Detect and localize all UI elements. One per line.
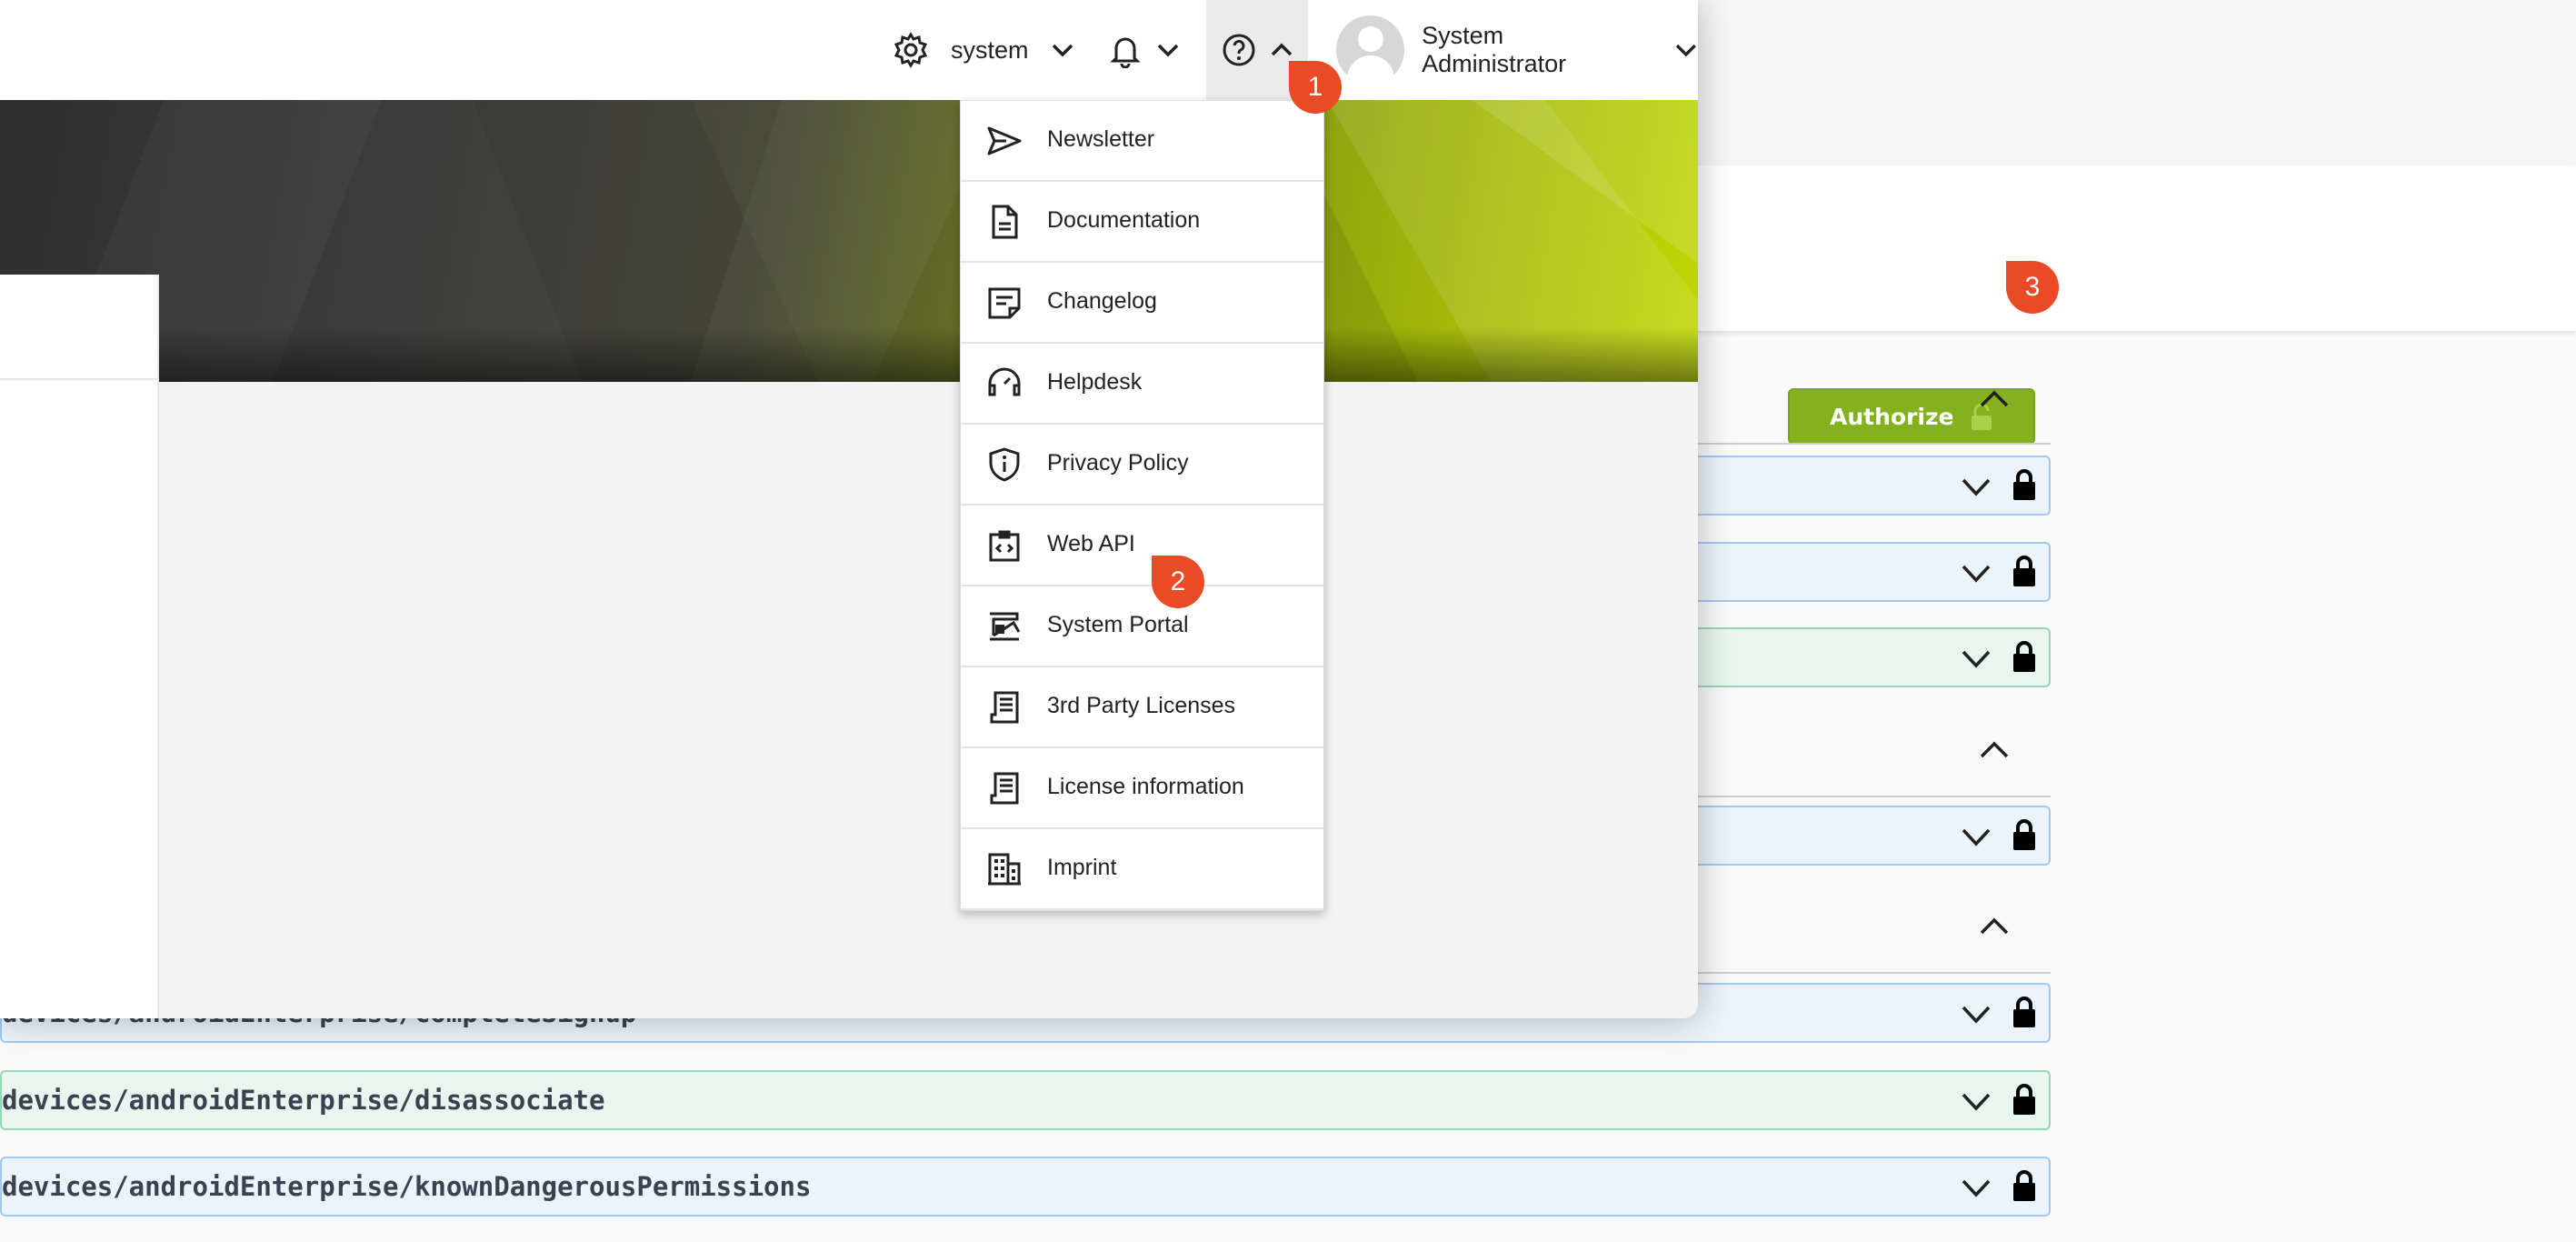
chevron-down-icon	[1052, 44, 1073, 57]
chevron-up-icon	[1271, 43, 1293, 56]
chevron-down-icon	[1676, 44, 1697, 57]
app-window: system System Administrator Newsletter D…	[0, 0, 1698, 1018]
chevron-down-icon[interactable]	[1958, 1086, 1994, 1118]
lock-icon[interactable]	[2011, 466, 2038, 503]
shield-info-icon	[989, 447, 1020, 482]
menu-item-label: Privacy Policy	[1047, 450, 1189, 476]
menu-item-third-party-licenses[interactable]: 3rd Party Licenses	[961, 667, 1323, 748]
content-card	[0, 275, 159, 1018]
license-icon	[990, 772, 1019, 805]
code-icon	[989, 530, 1020, 562]
menu-item-license-information[interactable]: License information	[961, 748, 1323, 829]
menu-item-privacy-policy[interactable]: Privacy Policy	[961, 425, 1323, 506]
menu-item-label: Newsletter	[1047, 126, 1155, 152]
chevron-down-icon	[1157, 44, 1179, 57]
operation-path: devices/androidEnterprise/disassociate	[2, 1085, 605, 1116]
chevron-down-icon[interactable]	[1958, 643, 1994, 676]
avatar	[1336, 15, 1405, 85]
step-badge-1: 1	[1289, 61, 1342, 114]
menu-item-helpdesk[interactable]: Helpdesk	[961, 344, 1323, 425]
section-collapse-icon[interactable]	[1974, 380, 2014, 420]
operation-row-post[interactable]: devices/androidEnterprise/disassociate	[0, 1070, 2051, 1130]
menu-item-label: Changelog	[1047, 288, 1157, 314]
menu-item-label: Helpdesk	[1047, 369, 1143, 395]
section-collapse-icon[interactable]	[1974, 731, 2014, 771]
operation-row-get[interactable]: devices/androidEnterprise/knownDangerous…	[0, 1157, 2051, 1217]
menu-item-documentation[interactable]: Documentation	[961, 182, 1323, 263]
app-header: system System Administrator	[0, 0, 1698, 100]
menu-item-label: Documentation	[1047, 207, 1201, 233]
document-icon	[992, 205, 1018, 239]
settings-menu-button[interactable]: system	[893, 0, 1074, 100]
changelog-icon	[988, 287, 1021, 319]
chevron-down-icon[interactable]	[1958, 557, 1994, 590]
user-menu-button[interactable]: System Administrator	[1336, 0, 1698, 100]
lock-icon[interactable]	[2011, 994, 2038, 1030]
send-icon	[987, 126, 1022, 155]
hero-banner	[0, 100, 1698, 382]
menu-item-system-portal[interactable]: System Portal	[961, 586, 1323, 667]
menu-item-label: System Portal	[1047, 612, 1189, 637]
operation-path: devices/androidEnterprise/knownDangerous…	[2, 1171, 812, 1202]
help-dropdown-menu: Newsletter Documentation Changelog Helpd…	[960, 100, 1324, 911]
chevron-down-icon[interactable]	[1958, 821, 1994, 854]
menu-item-label: Imprint	[1047, 855, 1117, 880]
menu-item-newsletter[interactable]: Newsletter	[961, 101, 1323, 182]
menu-item-label: License information	[1047, 774, 1244, 799]
step-badge-3: 3	[2006, 261, 2059, 314]
chevron-down-icon[interactable]	[1958, 998, 1994, 1031]
user-name: System Administrator	[1422, 22, 1567, 77]
lock-icon[interactable]	[2011, 1167, 2038, 1204]
lock-icon[interactable]	[2011, 553, 2038, 589]
help-circle-icon	[1223, 34, 1255, 66]
lock-icon[interactable]	[2011, 1081, 2038, 1117]
menu-item-label: Web API	[1047, 531, 1135, 556]
license-icon	[990, 691, 1019, 724]
lock-icon[interactable]	[2011, 816, 2038, 853]
portal-icon	[990, 612, 1021, 641]
authorize-label: Authorize	[1830, 403, 1954, 430]
menu-item-changelog[interactable]: Changelog	[961, 263, 1323, 344]
lock-icon[interactable]	[2011, 638, 2038, 675]
building-icon	[988, 853, 1021, 886]
step-badge-2: 2	[1152, 556, 1204, 608]
chevron-down-icon[interactable]	[1958, 471, 1994, 504]
gear-icon	[894, 32, 928, 68]
headset-icon	[988, 367, 1021, 396]
notifications-button[interactable]	[1107, 0, 1180, 100]
bell-icon	[1110, 37, 1141, 68]
section-collapse-icon[interactable]	[1974, 907, 2014, 947]
menu-item-imprint[interactable]: Imprint	[961, 829, 1323, 910]
menu-item-web-api[interactable]: Web API	[961, 506, 1323, 586]
settings-label: system	[951, 35, 1029, 64]
menu-item-label: 3rd Party Licenses	[1047, 693, 1236, 718]
chevron-down-icon[interactable]	[1958, 1172, 1994, 1205]
card-divider	[0, 378, 159, 380]
hero-shadow	[0, 327, 1698, 382]
